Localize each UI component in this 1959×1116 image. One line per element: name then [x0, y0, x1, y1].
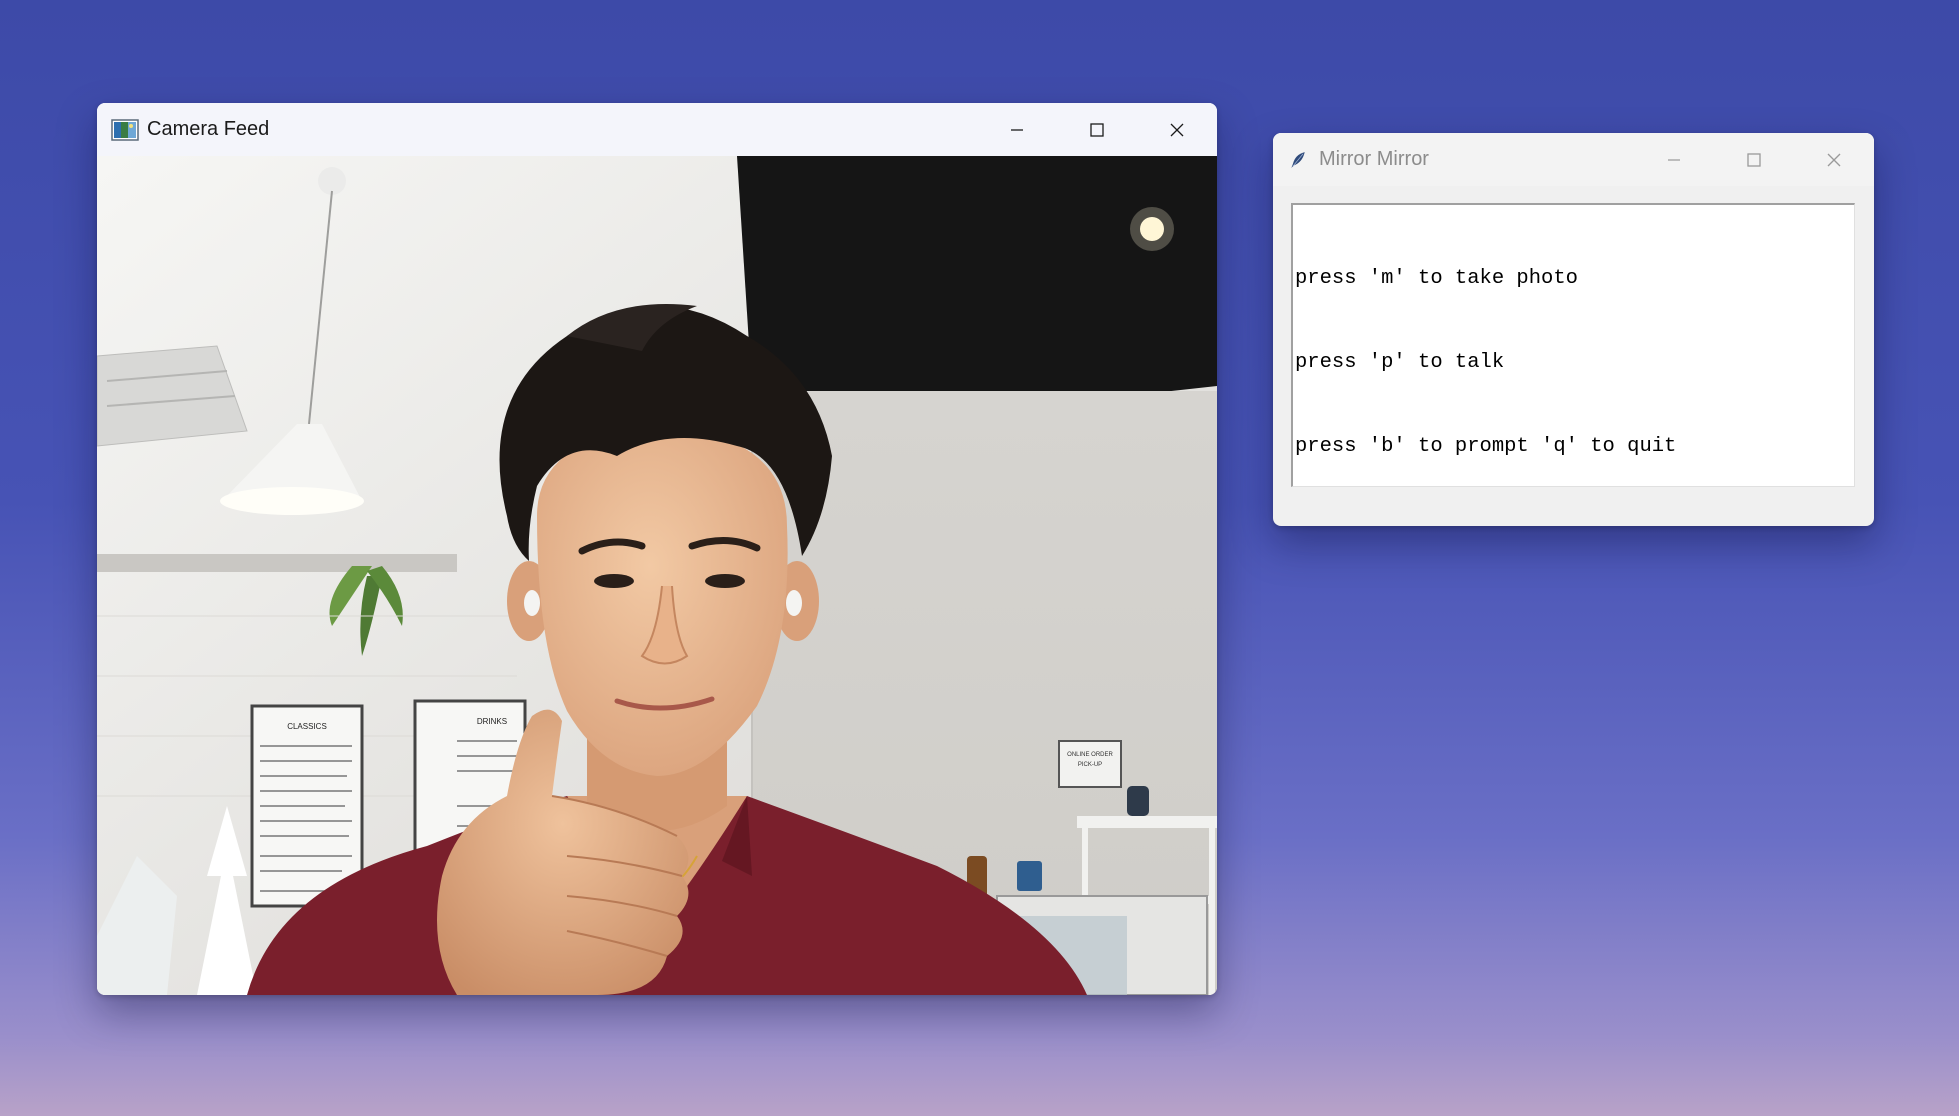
- image-app-icon: [111, 118, 139, 141]
- instruction-line: press 'b' to prompt 'q' to quit: [1295, 435, 1677, 458]
- mirror-mirror-titlebar[interactable]: Mirror Mirror: [1273, 133, 1874, 186]
- maximize-button[interactable]: [1714, 133, 1794, 186]
- minimize-button[interactable]: [1634, 133, 1714, 186]
- menu-heading-drinks: DRINKS: [477, 717, 507, 726]
- feather-icon: [1291, 151, 1305, 168]
- window-title: Mirror Mirror: [1319, 148, 1429, 170]
- close-icon: [1827, 153, 1841, 166]
- mirror-mirror-window: Mirror Mirror press 'm' to take photo pr…: [1273, 133, 1874, 526]
- camera-feed-window: Camera Feed CLASSICS DRINKS ONLINE ORDER…: [97, 103, 1217, 995]
- maximize-icon: [1090, 122, 1104, 137]
- menu-heading-classics: CLASSICS: [287, 722, 327, 731]
- camera-frame-image: CLASSICS DRINKS ONLINE ORDER PICK-UP: [97, 156, 1217, 995]
- minimize-icon: [1011, 128, 1023, 131]
- close-button[interactable]: [1137, 103, 1217, 156]
- instruction-line: press 'p' to talk: [1295, 351, 1505, 374]
- sign-line-online-order: ONLINE ORDER: [1067, 752, 1113, 758]
- close-icon: [1170, 123, 1184, 136]
- camera-feed-view: CLASSICS DRINKS ONLINE ORDER PICK-UP: [97, 156, 1217, 995]
- minimize-button[interactable]: [977, 103, 1057, 156]
- window-title: Camera Feed: [147, 118, 270, 140]
- instructions-text-area[interactable]: press 'm' to take photo press 'p' to tal…: [1291, 203, 1855, 487]
- sign-line-pick-up: PICK-UP: [1078, 762, 1102, 768]
- close-button[interactable]: [1794, 133, 1874, 186]
- desktop: Camera Feed CLASSICS DRINKS ONLINE ORDER…: [0, 0, 1959, 1116]
- minimize-icon: [1668, 158, 1680, 161]
- camera-feed-titlebar[interactable]: Camera Feed: [97, 103, 1217, 156]
- instruction-line: press 'm' to take photo: [1295, 267, 1578, 290]
- maximize-button[interactable]: [1057, 103, 1137, 156]
- maximize-icon: [1747, 152, 1761, 167]
